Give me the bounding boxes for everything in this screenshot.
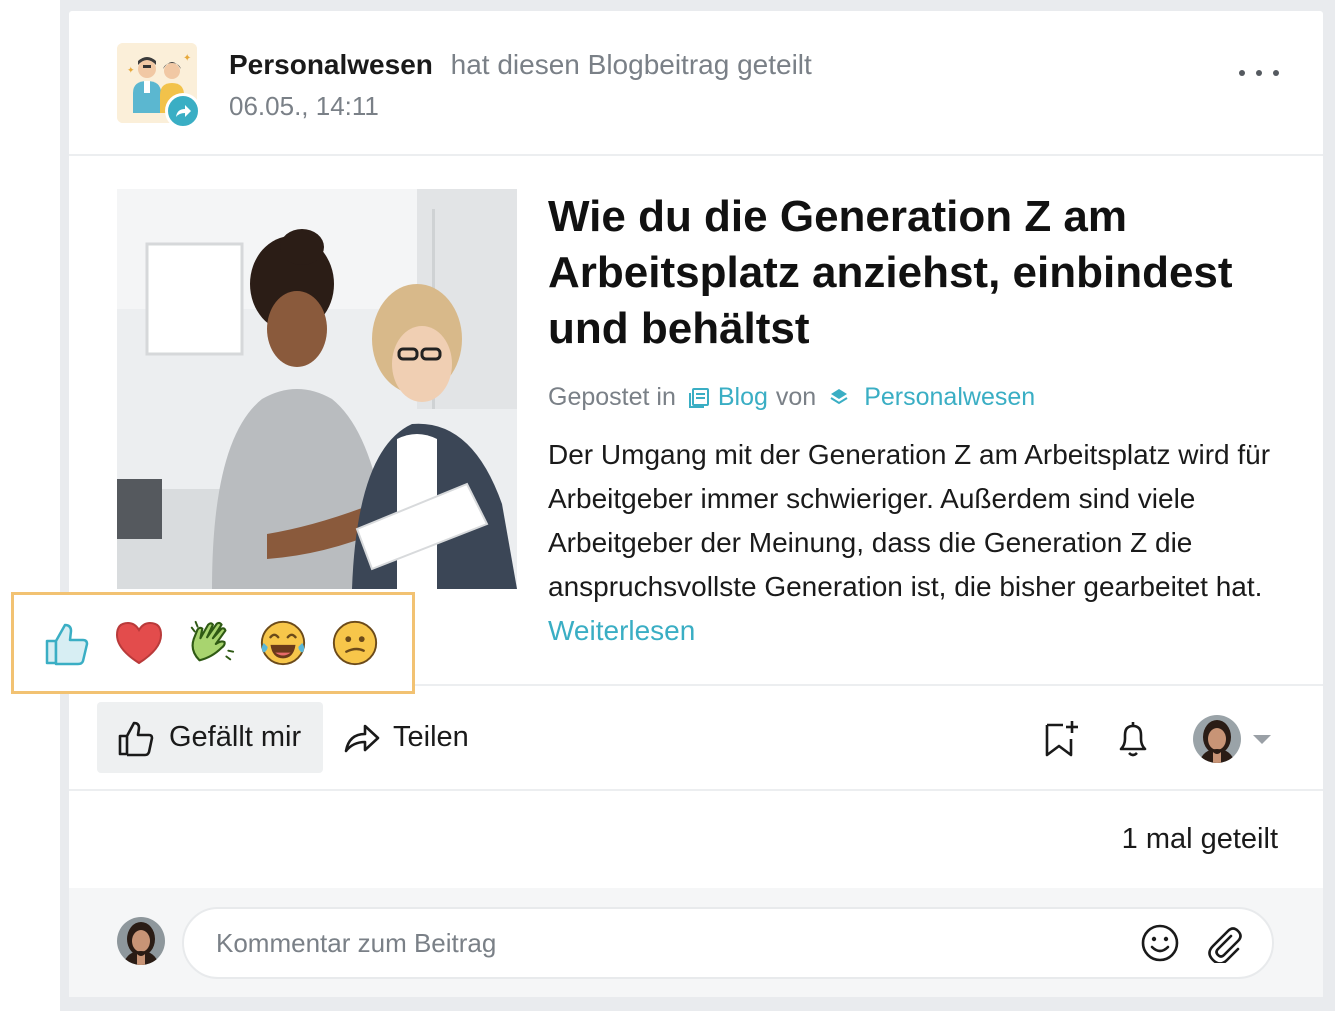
svg-text:✦: ✦	[127, 65, 135, 75]
emoji-icon[interactable]	[1138, 921, 1182, 965]
article-title[interactable]: Wie du die Generation Z am Arbeitsplatz …	[548, 189, 1268, 357]
bookmark-add-icon[interactable]	[1039, 717, 1083, 761]
by-label: von	[775, 383, 817, 411]
post-card: ✦ ✦ Personalwesen hat diesen Blogbeitrag…	[69, 11, 1323, 997]
share-count[interactable]: 1 mal geteilt	[1122, 823, 1278, 856]
header-divider	[69, 154, 1323, 156]
comment-user-avatar	[117, 917, 165, 965]
read-more-link[interactable]: Weiterlesen	[548, 615, 695, 646]
share-arrow-outline-icon	[344, 724, 380, 752]
space-link[interactable]: Personalwesen	[864, 383, 1035, 412]
like-label: Gefällt mir	[169, 721, 302, 753]
actions-divider	[69, 789, 1323, 791]
author-name[interactable]: Personalwesen	[229, 49, 433, 80]
posted-in-label: Gepostet in	[548, 383, 676, 411]
heart-reaction-icon[interactable]	[114, 618, 164, 668]
article-thumbnail[interactable]	[117, 189, 517, 589]
share-label: Teilen	[393, 721, 469, 753]
user-avatar[interactable]	[1193, 715, 1241, 763]
laughing-reaction-icon[interactable]	[258, 618, 308, 668]
svg-text:✦: ✦	[183, 53, 191, 64]
post-action-text: hat diesen Blogbeitrag geteilt	[450, 49, 812, 80]
post-timestamp[interactable]: 06.05., 14:11	[229, 91, 379, 122]
chevron-down-icon[interactable]	[1253, 735, 1271, 744]
like-reaction-icon[interactable]	[42, 618, 92, 668]
confused-reaction-icon[interactable]	[330, 618, 380, 668]
reactions-popup	[11, 592, 415, 694]
shared-badge	[165, 93, 201, 129]
clap-reaction-icon[interactable]	[186, 618, 236, 668]
blog-link[interactable]: Blog	[718, 383, 768, 412]
comment-input[interactable]	[182, 907, 1274, 979]
post-header: Personalwesen hat diesen Blogbeitrag get…	[229, 49, 812, 81]
paperclip-icon[interactable]	[1201, 921, 1245, 965]
blog-icon	[688, 387, 710, 409]
share-button[interactable]: Teilen	[343, 702, 469, 773]
article-photo	[117, 189, 517, 589]
more-options-icon[interactable]	[1239, 63, 1279, 83]
bell-icon[interactable]	[1111, 717, 1155, 761]
article-excerpt: Der Umgang mit der Generation Z am Arbei…	[548, 433, 1288, 653]
share-arrow-icon	[176, 105, 191, 117]
like-button[interactable]: Gefällt mir	[97, 702, 323, 773]
thumbs-up-icon	[118, 721, 154, 756]
article-meta: Gepostet in Blog von Personalwesen	[548, 383, 1035, 412]
space-layers-icon	[828, 387, 850, 409]
excerpt-text: Der Umgang mit der Generation Z am Arbei…	[548, 439, 1271, 602]
